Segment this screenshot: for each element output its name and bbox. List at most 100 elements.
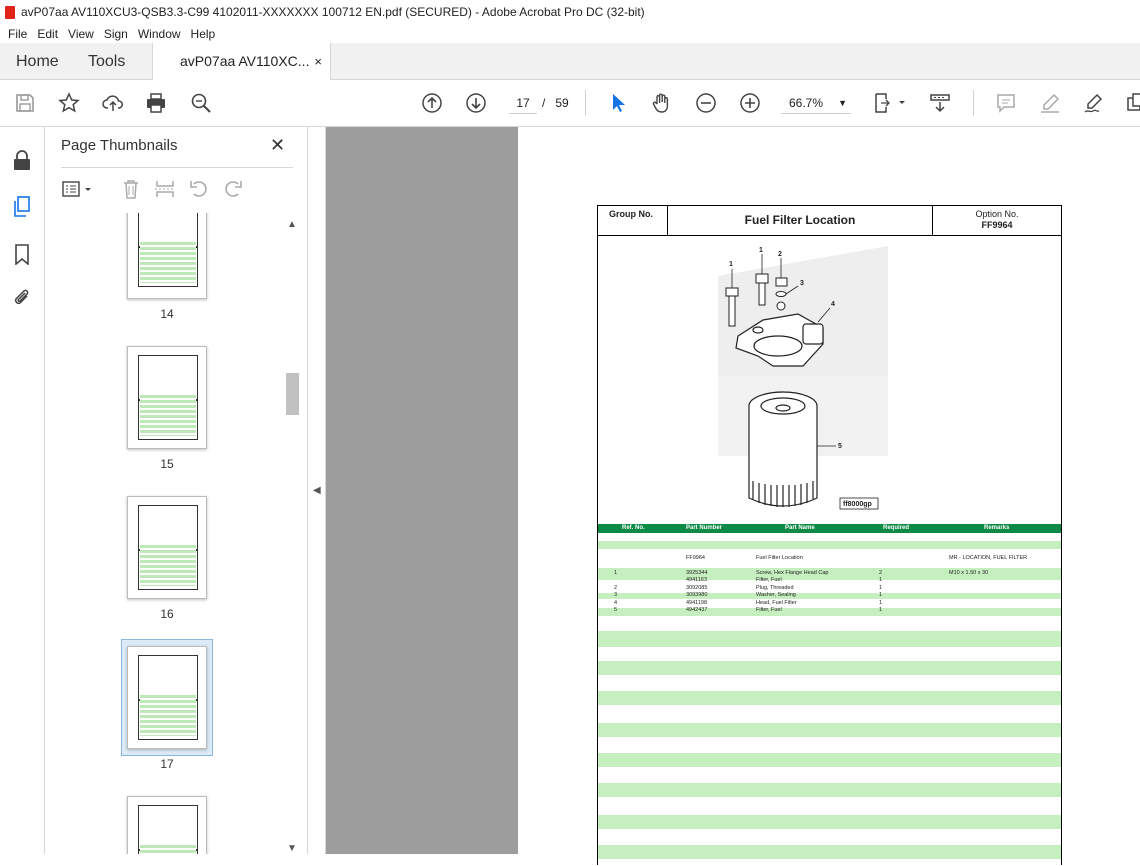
callout-label: 4 [831, 301, 835, 308]
lock-icon[interactable] [11, 149, 33, 171]
close-panel-icon[interactable]: ✕ [270, 135, 285, 156]
thumbnail-label: 14 [160, 307, 174, 321]
scroll-down-icon[interactable]: ▼ [287, 843, 297, 854]
star-icon[interactable] [57, 91, 81, 115]
thumbnail-label: 15 [160, 457, 174, 471]
pdf-page: Group No. Fuel Filter Location Option No… [518, 127, 1140, 866]
tab-document[interactable]: avP07aa AV110XC... × [152, 43, 331, 80]
sign-icon[interactable] [1082, 91, 1106, 115]
table-cell-req: 1 [879, 600, 883, 606]
table-cell-req: 1 [879, 585, 883, 591]
fit-page-icon[interactable] [872, 91, 908, 115]
sheet-header: Group No. Fuel Filter Location Option No… [598, 206, 1061, 236]
rotate-cw-icon[interactable] [222, 178, 244, 200]
page-down-icon[interactable] [464, 91, 488, 115]
page-separator: / [542, 96, 546, 110]
menu-help[interactable]: Help [191, 27, 216, 41]
thumbnail-page[interactable] [127, 796, 207, 854]
close-tab-icon[interactable]: × [314, 43, 322, 80]
parts-table-body: FF9964 Fuel Filter Location MR - LOCATION,… [598, 533, 1061, 866]
table-cell-name: Fuel Filter Location [756, 555, 803, 561]
zoom-search-icon[interactable] [189, 91, 213, 115]
attachment-icon[interactable] [11, 287, 33, 309]
insert-page-icon[interactable] [154, 178, 176, 200]
menu-file[interactable]: File [8, 27, 27, 41]
option-no-value: FF9964 [981, 220, 1013, 230]
figure-code: ff8000gp [843, 501, 872, 508]
print-icon[interactable] [144, 91, 168, 115]
col-part-name: Part Name [785, 525, 815, 531]
panel-splitter[interactable]: ◀ [307, 127, 326, 854]
page-up-icon[interactable] [420, 91, 444, 115]
table-rows: FF9964 Fuel Filter Location MR - LOCATION,… [598, 533, 1061, 866]
sheet-title: Fuel Filter Location [668, 206, 933, 235]
thumbnail-page[interactable] [127, 496, 207, 599]
zoom-out-icon[interactable] [694, 91, 718, 115]
tab-home[interactable]: Home [16, 43, 59, 80]
table-cell-name: Washer, Sealing [756, 592, 796, 598]
table-cell-name: Plug, Threaded [756, 585, 794, 591]
group-no-label: Group No. [598, 206, 668, 235]
table-cell-part: 4941198 [686, 600, 708, 606]
col-part-number: Part Number [686, 525, 723, 531]
left-rail [0, 127, 45, 854]
page-number-input[interactable]: 17 [509, 92, 537, 114]
rotate-ccw-icon[interactable] [188, 178, 210, 200]
page-total: / 59 [542, 92, 569, 114]
col-required: Required [883, 525, 910, 531]
menu-bar: File Edit View Sign Window Help [0, 24, 1140, 43]
table-cell-name: Screw, Hex Flange Head Cap [756, 570, 829, 576]
table-cell-remarks: M10 x 1.50 x 30 [949, 570, 989, 576]
toolbar-divider [585, 90, 586, 116]
select-cursor-icon[interactable] [606, 91, 630, 115]
thumbnail-list[interactable]: 14 15 16 17 [61, 213, 291, 854]
scroll-up-icon[interactable]: ▲ [287, 219, 297, 230]
table-cell-req: 2 [879, 570, 883, 576]
upload-icon[interactable] [101, 91, 125, 115]
callout-label: 3 [800, 280, 804, 287]
thumbnail-toolbar [61, 176, 281, 202]
table-cell-req: 1 [879, 592, 883, 598]
col-remarks: Remarks [984, 525, 1010, 531]
parts-sheet: Group No. Fuel Filter Location Option No… [597, 205, 1062, 866]
menu-view[interactable]: View [68, 27, 94, 41]
thumbnail-scrollbar[interactable]: ▲ ▼ [284, 213, 300, 854]
more-icon[interactable] [1124, 91, 1140, 115]
table-cell-ref: 2 [614, 585, 618, 591]
menu-edit[interactable]: Edit [37, 27, 58, 41]
highlight-icon[interactable] [1038, 91, 1062, 115]
table-cell-ref: 5 [614, 607, 618, 613]
document-viewport[interactable]: Group No. Fuel Filter Location Option No… [326, 127, 1140, 866]
thumbnail-page-selected[interactable] [127, 646, 207, 749]
page-total-value: 59 [555, 96, 569, 110]
callout-label: 2 [778, 251, 782, 258]
thumbnail-image [138, 505, 198, 590]
thumbnail-page[interactable] [127, 346, 207, 449]
table-cell-name: Head, Fuel Filter [756, 600, 797, 606]
hand-icon[interactable] [650, 91, 674, 115]
options-menu-icon[interactable] [61, 178, 95, 200]
thumbnail-image [138, 355, 198, 440]
table-cell-part: 4942437 [686, 607, 708, 613]
comment-icon[interactable] [994, 91, 1018, 115]
panel-title: Page Thumbnails [61, 137, 178, 154]
zoom-in-icon[interactable] [738, 91, 762, 115]
thumbnail-image [138, 213, 198, 287]
menu-window[interactable]: Window [138, 27, 181, 41]
scroll-mode-icon[interactable] [928, 91, 952, 115]
thumbnail-page[interactable] [127, 213, 207, 299]
table-cell-req: 1 [879, 577, 883, 583]
zoom-level-select[interactable]: 66.7% ▼ [781, 92, 851, 114]
page-thumbnails-icon[interactable] [11, 195, 33, 217]
fuel-filter-illustration: 1 1 2 3 4 5 ff8000gp [598, 236, 1061, 524]
tab-document-label: avP07aa AV110XC... [180, 53, 310, 69]
menu-sign[interactable]: Sign [104, 27, 128, 41]
thumbnail-label: 17 [160, 757, 174, 771]
zoom-level-value: 66.7% [789, 96, 824, 110]
save-icon[interactable] [13, 91, 37, 115]
bookmark-icon[interactable] [11, 243, 33, 266]
collapse-panel-icon[interactable]: ◀ [313, 485, 321, 496]
tab-tools[interactable]: Tools [88, 43, 125, 80]
scrollbar-thumb[interactable] [286, 373, 299, 415]
delete-page-icon[interactable] [120, 178, 142, 200]
